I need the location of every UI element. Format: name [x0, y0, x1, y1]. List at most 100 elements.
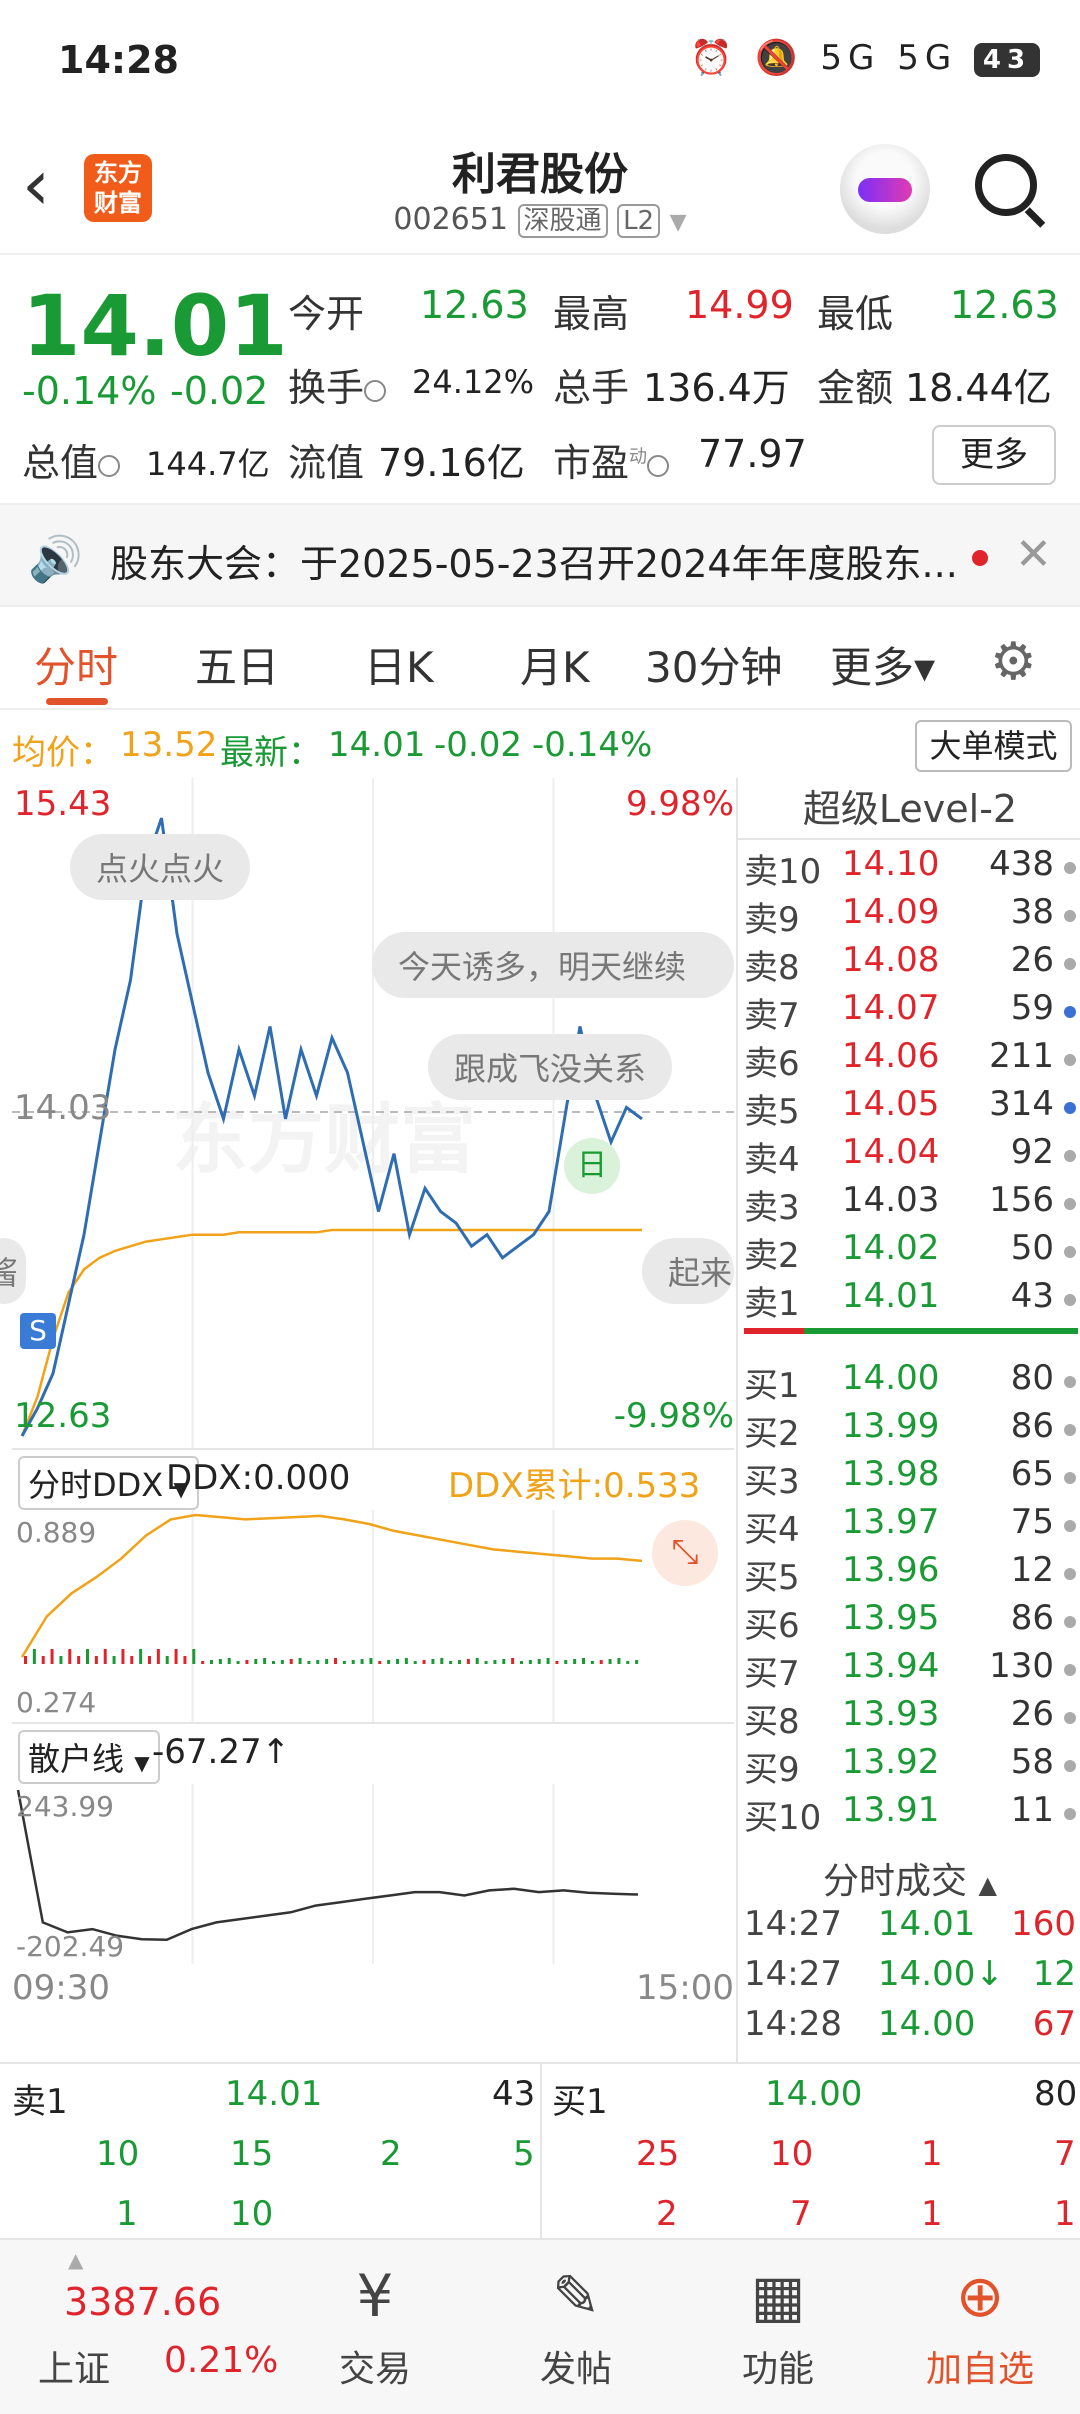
bid-row[interactable]: 买1 14.00 80 [738, 1358, 1080, 1406]
close-icon[interactable]: ✕ [1015, 529, 1052, 580]
chevron-down-icon[interactable]: ▼ [670, 210, 687, 235]
nav-add-watchlist[interactable]: ⊕ 加自选 [880, 2240, 1080, 2414]
ask-row[interactable]: 卖8 14.08 26 [738, 940, 1080, 988]
ask-row[interactable]: 卖5 14.05 314 [738, 1084, 1080, 1132]
order-book-title[interactable]: 超级Level-2 [738, 778, 1080, 840]
last-price: 14.01 [22, 277, 288, 375]
info-icon[interactable] [364, 379, 387, 402]
ddx-bar [103, 1649, 107, 1664]
search-icon[interactable] [975, 154, 1037, 216]
ddx-bar [218, 1659, 222, 1664]
index-value: 3387.66 [64, 2280, 222, 2324]
y-mid-label: 14.03 [14, 1088, 112, 1128]
qb-bid-order: 1 [921, 2134, 943, 2174]
y-max-label: 15.43 [14, 784, 112, 824]
status-icon-group: ⏰ 🔕 5G 5G [690, 38, 958, 78]
ask-row[interactable]: 卖6 14.06 211 [738, 1036, 1080, 1084]
ask-row[interactable]: 卖1 14.01 43 [738, 1276, 1080, 1324]
trade-time: 14:28 [744, 2004, 842, 2044]
qb-bid-order: 25 [636, 2134, 680, 2174]
ddx-bar [227, 1658, 231, 1664]
ddx-bar [289, 1659, 293, 1664]
gear-icon[interactable]: ⚙ [990, 632, 1037, 692]
book-volume: 75 [1010, 1502, 1054, 1542]
price-line [20, 817, 643, 1437]
change-pct: -0.14% [22, 369, 157, 413]
nav-trade[interactable]: ¥ 交易 [275, 2240, 475, 2414]
status-icons: ⏰ 🔕 5G 5G 43 [690, 38, 1040, 78]
comment-bubble[interactable]: 跟成飞没关系 [428, 1034, 673, 1100]
book-volume: 50 [1010, 1228, 1054, 1268]
book-volume: 12 [1010, 1550, 1054, 1590]
bid-row[interactable]: 买6 13.95 86 [738, 1598, 1080, 1646]
comment-bubble[interactable]: 酱 [0, 1238, 26, 1304]
tab-intraday[interactable]: 分时 [34, 634, 118, 695]
bid-row[interactable]: 买9 13.92 58 [738, 1742, 1080, 1790]
ddx-bar [325, 1659, 329, 1664]
book-divider [744, 1328, 1078, 1334]
amount-label: 金额 [817, 366, 894, 410]
ddx-bar [280, 1660, 284, 1664]
ask-row[interactable]: 卖4 14.04 92 [738, 1132, 1080, 1180]
info-icon[interactable] [647, 454, 670, 477]
order-dot-icon [1064, 862, 1076, 874]
ask-row[interactable]: 卖2 14.02 50 [738, 1228, 1080, 1276]
low-label: 最低 [817, 292, 894, 336]
order-dot-icon [1064, 1102, 1076, 1114]
ddx-bar [555, 1661, 559, 1664]
book-price: 14.05 [842, 1084, 940, 1124]
ask-row[interactable]: 卖9 14.09 38 [738, 892, 1080, 940]
bid-row[interactable]: 买10 13.91 11 [738, 1790, 1080, 1838]
bid-row[interactable]: 买3 13.98 65 [738, 1454, 1080, 1502]
bid-row[interactable]: 买5 13.96 12 [738, 1550, 1080, 1598]
retail-indicator-select[interactable]: 散户线 ▼ [18, 1730, 160, 1784]
ask-row[interactable]: 卖7 14.07 59 [738, 988, 1080, 1036]
bid-row[interactable]: 买4 13.97 75 [738, 1502, 1080, 1550]
sell-marker[interactable]: S [20, 1313, 56, 1349]
comment-bubble[interactable]: 点火点火 [70, 834, 251, 900]
tab-30min[interactable]: 30分钟 [645, 634, 782, 695]
ddx-bar [86, 1649, 89, 1664]
book-volume: 65 [1010, 1454, 1054, 1494]
level-tag: L2 [617, 204, 661, 238]
ask-row[interactable]: 卖3 14.03 156 [738, 1180, 1080, 1228]
order-dot-icon [1064, 1198, 1076, 1210]
comment-bubble[interactable]: 今天诱多，明天继续 [372, 932, 734, 998]
time-sales-title[interactable]: 分时成交 ▲ [738, 1852, 1080, 1904]
ddx-bar [422, 1660, 426, 1664]
bid-row[interactable]: 买8 13.93 26 [738, 1694, 1080, 1742]
assistant-avatar-icon[interactable] [840, 144, 930, 234]
quote-panel: 14.01 -0.14% -0.02 今开 12.63 最高 14.99 最低 … [0, 257, 1080, 502]
intraday-chart[interactable]: 东方财富 15.43 9.98% 12.63 -9.98% 14.03 点火点火… [0, 778, 734, 1448]
index-ticker[interactable]: ▲ 3387.66 上证 0.21% [0, 2240, 300, 2414]
more-button[interactable]: 更多 [932, 425, 1056, 485]
ddx-bar [635, 1660, 639, 1664]
nav-post[interactable]: ✎ 发帖 [476, 2240, 676, 2414]
expand-icon[interactable]: ⤡ [652, 1520, 718, 1586]
tab-more[interactable]: 更多▾ [830, 634, 935, 695]
event-marker[interactable]: 日 [564, 1138, 620, 1194]
ddx-value: DDX:0.000 [166, 1458, 351, 1498]
big-order-mode-button[interactable]: 大单模式 [915, 720, 1072, 772]
nav-functions[interactable]: ▦ 功能 [678, 2240, 878, 2414]
nav-functions-label: 功能 [741, 2349, 814, 2390]
ask-row[interactable]: 卖10 14.10 438 [738, 844, 1080, 892]
qb-ask-order: 5 [513, 2134, 535, 2174]
ddx-bottom-label: 0.274 [16, 1686, 97, 1719]
comment-bubble[interactable]: 起来 [642, 1238, 734, 1304]
trade-row: 14:28 14.00 67 [738, 2004, 1080, 2056]
ddx-bar [484, 1661, 488, 1664]
tab-daily-k[interactable]: 日K [364, 634, 434, 695]
bid-row[interactable]: 买2 13.99 86 [738, 1406, 1080, 1454]
time-sales-title-text: 分时成交 [823, 1861, 968, 1902]
ddx-bar [520, 1661, 523, 1664]
notice-bar[interactable]: 🔊 股东大会：于2025-05-23召开2024年年度股东... ✕ [0, 503, 1080, 607]
book-level-label: 买7 [744, 1654, 800, 1694]
tab-five-day[interactable]: 五日 [195, 634, 279, 695]
tab-monthly-k[interactable]: 月K [520, 634, 590, 695]
status-bar: 14:28 ⏰ 🔕 5G 5G 43 [0, 0, 1080, 120]
info-icon[interactable] [98, 454, 121, 477]
bid-row[interactable]: 买7 13.94 130 [738, 1646, 1080, 1694]
notice-text[interactable]: 股东大会：于2025-05-23召开2024年年度股东... [110, 533, 958, 588]
ddx-bar [617, 1658, 621, 1664]
